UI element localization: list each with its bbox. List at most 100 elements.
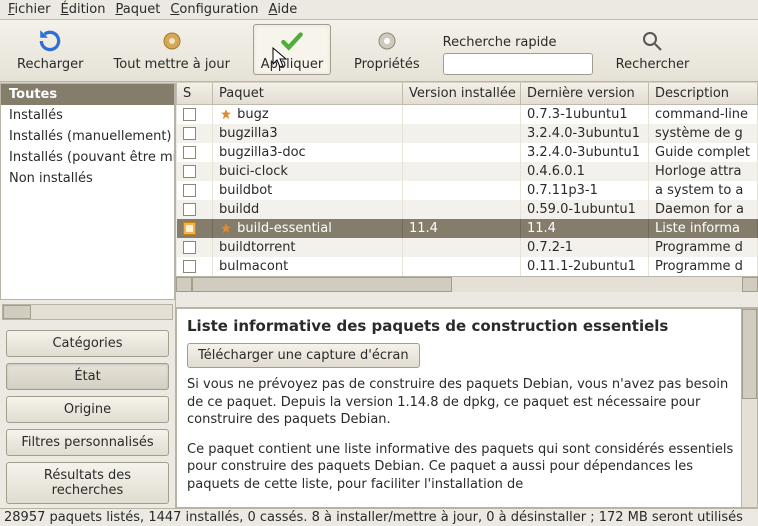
pkg-name: buildd xyxy=(219,202,259,217)
categories-button[interactable]: Catégories xyxy=(6,330,169,357)
table-hscrollbar[interactable] xyxy=(176,276,758,292)
pkg-installed xyxy=(403,257,521,276)
menu-help[interactable]: Aide xyxy=(268,2,297,17)
col-package[interactable]: Paquet xyxy=(213,83,403,105)
pkg-name: bugzilla3-doc xyxy=(219,145,306,160)
pkg-desc: Liste informa xyxy=(649,219,758,238)
search-results-button[interactable]: Résultats des recherches xyxy=(6,462,169,504)
status-checkbox[interactable] xyxy=(183,260,196,273)
pkg-desc: Horloge attra xyxy=(649,162,758,181)
quick-search-label: Recherche rapide xyxy=(443,35,593,50)
status-bar: 28957 paquets listés, 1447 installés, 0 … xyxy=(0,508,758,526)
detail-para-1: Si vous ne prévoyez pas de construire de… xyxy=(187,376,747,429)
left-hscrollbar[interactable] xyxy=(2,304,173,320)
status-filter-list[interactable]: ToutesInstallésInstallés (manuellement)I… xyxy=(0,83,175,300)
status-checkbox[interactable] xyxy=(183,146,196,159)
origin-button[interactable]: Origine xyxy=(6,396,169,423)
pkg-latest: 0.59.0-1ubuntu1 xyxy=(521,200,649,219)
toolbar: Recharger Tout mettre à jour Appliquer P… xyxy=(0,20,758,82)
table-row[interactable]: bugzilla3 3.2.4.0-3ubuntu1système de g xyxy=(177,124,758,143)
status-checkbox[interactable] xyxy=(183,222,196,235)
pkg-name: bugzilla3 xyxy=(219,126,278,141)
pkg-desc: Programme d xyxy=(649,238,758,257)
pkg-desc: système de g xyxy=(649,124,758,143)
status-checkbox[interactable] xyxy=(183,127,196,140)
pkg-installed xyxy=(403,124,521,143)
pkg-installed: 11.4 xyxy=(403,219,521,238)
status-checkbox[interactable] xyxy=(183,108,196,121)
status-filter-item[interactable]: Toutes xyxy=(1,84,174,105)
menu-package[interactable]: Paquet xyxy=(115,2,160,17)
table-row[interactable]: buildbot 0.7.11p3-1a system to a xyxy=(177,181,758,200)
pkg-latest: 0.7.2-1 xyxy=(521,238,649,257)
detail-vscrollbar[interactable] xyxy=(741,309,757,507)
pkg-installed xyxy=(403,181,521,200)
pkg-latest: 0.7.11p3-1 xyxy=(521,181,649,200)
pkg-name: buici-clock xyxy=(219,164,288,179)
menu-config[interactable]: Configuration xyxy=(170,2,258,17)
detail-title: Liste informative des paquets de constru… xyxy=(187,317,747,335)
package-table[interactable]: S Paquet Version installée Dernière vers… xyxy=(176,83,758,276)
quick-search-group: Recherche rapide xyxy=(443,35,593,75)
pkg-installed xyxy=(403,238,521,257)
status-checkbox[interactable] xyxy=(183,184,196,197)
status-filter-item[interactable]: Installés (manuellement) xyxy=(1,126,174,147)
pkg-desc: Programme d xyxy=(649,257,758,276)
col-installed[interactable]: Version installée xyxy=(403,83,521,105)
check-icon xyxy=(278,27,306,55)
menu-file[interactable]: Fichier xyxy=(8,2,51,17)
table-row[interactable]: bulmacont0.11.1-2ubuntu1Programme d xyxy=(177,257,758,276)
menubar: Fichier Édition Paquet Configuration Aid… xyxy=(0,0,758,20)
col-latest[interactable]: Dernière version xyxy=(521,83,649,105)
status-filter-item[interactable]: Installés (pouvant être mis à jour) xyxy=(1,147,174,168)
pkg-name: bulmacont xyxy=(219,259,288,274)
pkg-installed xyxy=(403,200,521,219)
status-checkbox[interactable] xyxy=(183,165,196,178)
pkg-installed xyxy=(403,105,521,125)
status-filter-item[interactable]: Installés xyxy=(1,105,174,126)
pkg-latest: 3.2.4.0-3ubuntu1 xyxy=(521,124,649,143)
left-panel: ToutesInstallésInstallés (manuellement)I… xyxy=(0,83,176,508)
status-checkbox[interactable] xyxy=(183,203,196,216)
pkg-latest: 0.4.6.0.1 xyxy=(521,162,649,181)
gear-icon xyxy=(373,27,401,55)
table-row[interactable]: buici-clock 0.4.6.0.1Horloge attra xyxy=(177,162,758,181)
status-checkbox[interactable] xyxy=(183,241,196,254)
reload-button[interactable]: Recharger xyxy=(10,24,91,75)
download-screenshot-button[interactable]: Télécharger une capture d'écran xyxy=(187,343,420,368)
table-row[interactable]: build-essential11.411.4Liste informa xyxy=(177,219,758,238)
table-row[interactable]: bugzilla3-doc 3.2.4.0-3ubuntu1Guide compl… xyxy=(177,143,758,162)
table-row[interactable]: buildtorrent 0.7.2-1Programme d xyxy=(177,238,758,257)
col-desc[interactable]: Description xyxy=(649,83,758,105)
pkg-name: buildtorrent xyxy=(219,240,296,255)
pkg-desc: a system to a xyxy=(649,181,758,200)
detail-para-2: Ce paquet contient une liste informative… xyxy=(187,441,747,494)
pkg-name: build-essential xyxy=(237,221,332,236)
search-button[interactable]: Rechercher xyxy=(609,24,697,75)
mark-all-upgrades-button[interactable]: Tout mettre à jour xyxy=(107,24,237,75)
search-icon xyxy=(638,27,666,55)
table-row[interactable]: bugz 0.7.3-1ubuntu1command-line xyxy=(177,105,758,125)
pkg-installed xyxy=(403,143,521,162)
state-button[interactable]: État xyxy=(6,363,169,390)
pkg-desc: command-line xyxy=(649,105,758,125)
reload-icon xyxy=(36,27,64,55)
pkg-desc: Daemon for a xyxy=(649,200,758,219)
col-status[interactable]: S xyxy=(177,83,213,105)
pkg-name: buildbot xyxy=(219,183,272,198)
pkg-latest: 0.7.3-1ubuntu1 xyxy=(521,105,649,125)
package-table-wrap: S Paquet Version installée Dernière vers… xyxy=(176,83,758,308)
pkg-installed xyxy=(403,162,521,181)
pkg-name: bugz xyxy=(237,107,269,122)
quick-search-input[interactable] xyxy=(443,53,593,75)
status-filter-item[interactable]: Non installés xyxy=(1,168,174,189)
gear-icon xyxy=(158,27,186,55)
pkg-latest: 11.4 xyxy=(521,219,649,238)
pkg-latest: 3.2.4.0-3ubuntu1 xyxy=(521,143,649,162)
properties-button[interactable]: Propriétés xyxy=(347,24,427,75)
custom-filters-button[interactable]: Filtres personnalisés xyxy=(6,429,169,456)
menu-edit[interactable]: Édition xyxy=(61,2,106,17)
pkg-desc: Guide complet xyxy=(649,143,758,162)
table-row[interactable]: buildd 0.59.0-1ubuntu1Daemon for a xyxy=(177,200,758,219)
apply-button[interactable]: Appliquer xyxy=(253,24,331,75)
